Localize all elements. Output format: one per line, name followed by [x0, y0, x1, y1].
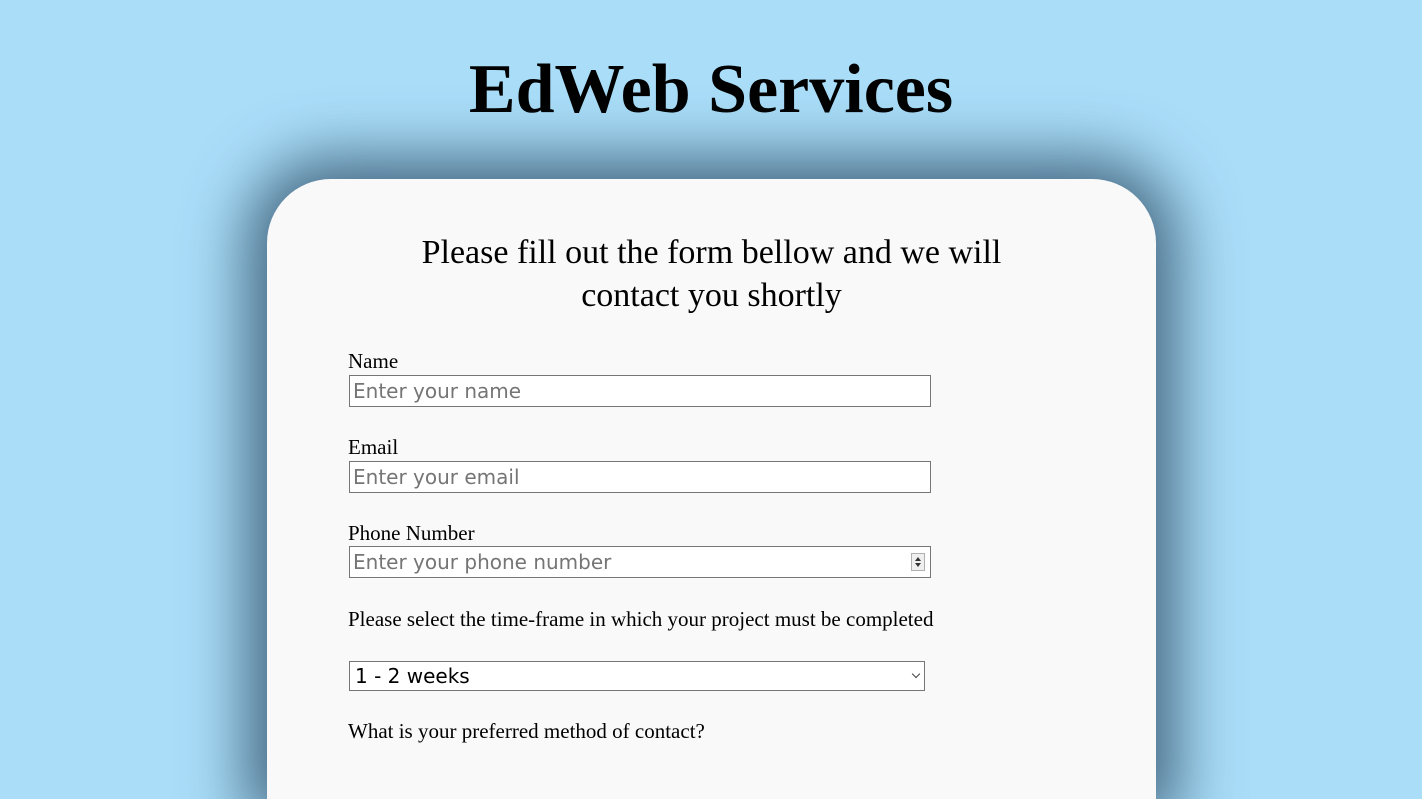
phone-label: Phone Number: [348, 521, 475, 545]
site-title: EdWeb Services: [468, 51, 954, 128]
form-intro-heading: Please fill out the form bellow and we w…: [421, 234, 1002, 314]
email-input[interactable]: [349, 461, 931, 493]
name-label: Name: [348, 349, 399, 373]
spin-up-icon[interactable]: [915, 557, 921, 561]
name-input[interactable]: [349, 375, 931, 407]
contact-form-card: Please fill out the form bellow and we w…: [267, 179, 1156, 799]
timeframe-select[interactable]: 1 - 2 weeks: [349, 661, 925, 691]
contact-method-question: What is your preferred method of contact…: [348, 719, 705, 743]
chevron-down-icon: [911, 669, 921, 679]
timeframe-question: Please select the time-frame in which yo…: [348, 607, 934, 631]
phone-spinner[interactable]: [911, 553, 925, 571]
email-label: Email: [348, 435, 399, 459]
timeframe-selected-value: 1 - 2 weeks: [355, 664, 470, 688]
phone-input[interactable]: [349, 546, 931, 578]
spin-down-icon[interactable]: [915, 563, 921, 567]
